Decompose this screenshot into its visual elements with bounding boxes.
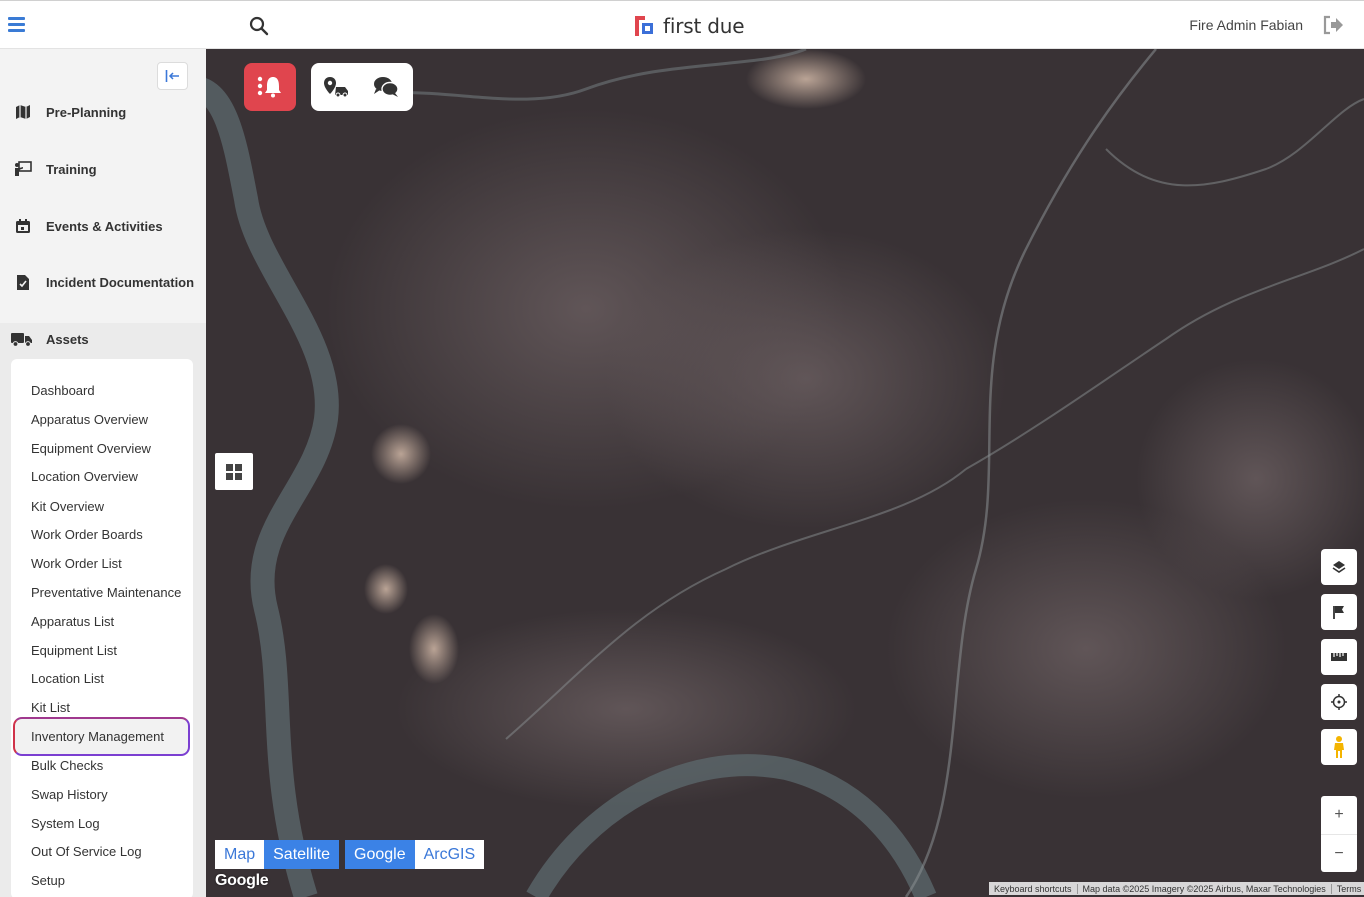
google-logo: Google xyxy=(215,872,269,889)
map-type-control: Map Satellite xyxy=(215,840,340,869)
flag-icon xyxy=(1333,606,1344,619)
map-view[interactable]: + − Map Satellite Google ArcGIS Google K… xyxy=(206,49,1364,897)
submenu-item-system-log[interactable]: System Log xyxy=(31,816,100,831)
flag-button[interactable] xyxy=(1321,594,1357,630)
sidebar-item-events[interactable]: Events & Activities xyxy=(0,211,206,241)
submenu-item-apparatus-list[interactable]: Apparatus List xyxy=(31,614,114,629)
submenu-item-work-order-boards[interactable]: Work Order Boards xyxy=(31,527,143,542)
ruler-icon xyxy=(1331,653,1347,661)
submenu-item-kit-list[interactable]: Kit List xyxy=(31,700,70,715)
submenu-item-equipment-list[interactable]: Equipment List xyxy=(31,643,117,658)
terms-link[interactable]: Terms xyxy=(1332,884,1364,894)
submenu-item-work-order-list[interactable]: Work Order List xyxy=(31,556,122,571)
zoom-control: + − xyxy=(1321,796,1357,872)
chat-icon[interactable] xyxy=(373,75,399,99)
sidebar-item-label: Training xyxy=(46,161,97,177)
user-name[interactable]: Fire Admin Fabian xyxy=(1189,17,1303,33)
sidebar-item-training[interactable]: Training xyxy=(0,154,206,184)
submenu-item-kit-overview[interactable]: Kit Overview xyxy=(31,499,104,514)
map-source-control: Google ArcGIS xyxy=(345,840,485,869)
map-source-google-button[interactable]: Google xyxy=(345,840,415,869)
map-type-map-button[interactable]: Map xyxy=(215,840,265,869)
satellite-imagery xyxy=(206,49,1364,897)
vehicle-location-icon[interactable] xyxy=(323,75,349,99)
map-source-arcgis-button[interactable]: ArcGIS xyxy=(414,840,485,869)
sidebar-item-label: Assets xyxy=(46,331,89,347)
crosshair-icon xyxy=(1331,694,1347,710)
document-check-icon xyxy=(14,273,32,291)
sidebar-item-pre-planning[interactable]: Pre-Planning xyxy=(0,97,206,127)
submenu-item-setup[interactable]: Setup xyxy=(31,873,65,888)
locate-button[interactable] xyxy=(1321,684,1357,720)
submenu-item-bulk-checks[interactable]: Bulk Checks xyxy=(31,758,103,773)
measure-button[interactable] xyxy=(1321,639,1357,675)
submenu-item-dashboard[interactable]: Dashboard xyxy=(31,383,95,398)
app-name: first due xyxy=(663,14,745,38)
submenu-item-location-overview[interactable]: Location Overview xyxy=(31,469,138,484)
sidebar-item-label: Events & Activities xyxy=(46,218,163,234)
submenu-item-equipment-overview[interactable]: Equipment Overview xyxy=(31,441,151,456)
sidebar-item-assets[interactable]: Assets xyxy=(0,324,206,354)
map-tool-group xyxy=(311,63,413,111)
sidebar-item-incident-documentation[interactable]: Incident Documentation xyxy=(0,267,206,297)
street-view-button[interactable] xyxy=(1321,729,1357,765)
sidebar-item-label: Pre-Planning xyxy=(46,104,127,120)
zoom-in-button[interactable]: + xyxy=(1321,796,1357,834)
submenu-item-swap-history[interactable]: Swap History xyxy=(31,787,108,802)
map-data-attribution: Map data ©2025 Imagery ©2025 Airbus, Max… xyxy=(1082,883,1326,894)
layers-button[interactable] xyxy=(1321,549,1357,585)
submenu-item-inventory-management[interactable]: Inventory Management xyxy=(31,729,164,744)
submenu-item-preventative-maintenance[interactable]: Preventative Maintenance xyxy=(31,585,181,600)
map-type-satellite-button[interactable]: Satellite xyxy=(264,840,340,869)
training-icon xyxy=(14,160,32,178)
submenu-item-out-of-service-log[interactable]: Out Of Service Log xyxy=(31,844,142,859)
bell-alert-icon xyxy=(257,76,281,98)
map-attribution: Keyboard shortcuts Map data ©2025 Imager… xyxy=(989,882,1364,895)
map-icon xyxy=(14,103,32,121)
zoom-out-button[interactable]: − xyxy=(1321,834,1357,872)
collapse-left-icon xyxy=(165,70,179,82)
submenu-item-location-list[interactable]: Location List xyxy=(31,671,104,686)
calendar-icon xyxy=(14,217,32,235)
grid-icon xyxy=(226,463,242,480)
layers-icon xyxy=(1332,561,1346,573)
collapse-sidebar-button[interactable] xyxy=(157,62,188,90)
pegman-icon xyxy=(1334,736,1344,758)
truck-icon xyxy=(11,330,33,348)
sidebar-item-label: Incident Documentation xyxy=(46,274,195,290)
sidebar: Pre-Planning Training Events & Activitie… xyxy=(0,49,206,897)
hamburger-menu-icon[interactable] xyxy=(8,17,25,32)
top-bar: first due Fire Admin Fabian xyxy=(0,0,1364,49)
first-due-logo-icon xyxy=(635,16,653,36)
submenu-item-apparatus-overview[interactable]: Apparatus Overview xyxy=(31,412,148,427)
logout-icon[interactable] xyxy=(1322,15,1344,35)
search-icon[interactable] xyxy=(249,16,269,36)
keyboard-shortcuts-link[interactable]: Keyboard shortcuts xyxy=(989,884,1077,894)
alerts-button[interactable] xyxy=(244,63,296,111)
app-logo[interactable]: first due xyxy=(633,13,745,39)
grid-view-button[interactable] xyxy=(215,453,253,490)
